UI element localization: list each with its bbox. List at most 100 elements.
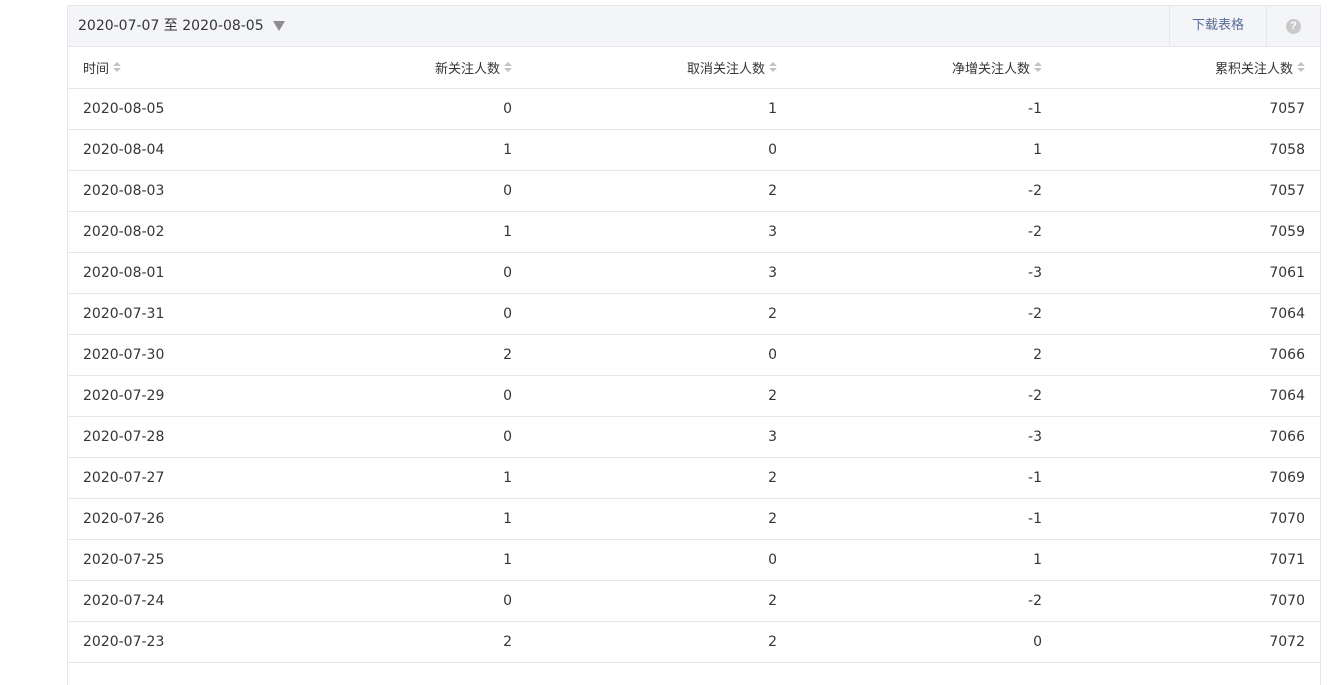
download-table-button[interactable]: 下载表格 <box>1169 6 1266 46</box>
cell-net-followers: -1 <box>777 498 1042 540</box>
cell-total-followers: 7058 <box>1042 129 1320 171</box>
cell-net-followers: 1 <box>777 129 1042 171</box>
table-row: 2020-08-05 0 1 -1 7057 <box>68 88 1320 130</box>
table-row: 2020-08-02 1 3 -2 7059 <box>68 211 1320 253</box>
cell-date: 2020-08-04 <box>68 129 328 171</box>
cell-date: 2020-07-28 <box>68 416 328 458</box>
cell-new-followers: 2 <box>328 621 512 663</box>
cell-new-followers: 0 <box>328 88 512 130</box>
cell-unfollows: 0 <box>512 334 777 376</box>
cell-new-followers: 1 <box>328 129 512 171</box>
cell-unfollows: 0 <box>512 129 777 171</box>
column-header-new-followers[interactable]: 新关注人数 <box>328 47 512 89</box>
table-row: 2020-08-03 0 2 -2 7057 <box>68 170 1320 212</box>
cell-total-followers: 7064 <box>1042 375 1320 417</box>
cell-net-followers: -3 <box>777 416 1042 458</box>
cell-date: 2020-07-23 <box>68 621 328 663</box>
table-row: 2020-07-24 0 2 -2 7070 <box>68 580 1320 622</box>
sort-icon[interactable] <box>504 62 512 73</box>
column-header-net-followers[interactable]: 净增关注人数 <box>777 47 1042 89</box>
table-row: 2020-08-01 0 3 -3 7061 <box>68 252 1320 294</box>
date-range-label: 2020-07-07 至 2020-08-05 <box>78 18 264 34</box>
cell-date: 2020-08-05 <box>68 88 328 130</box>
table-toolbar: 2020-07-07 至 2020-08-05 下载表格 ? <box>68 6 1320 47</box>
cell-unfollows: 3 <box>512 211 777 253</box>
stats-panel: 2020-07-07 至 2020-08-05 下载表格 ? 时间 新关注人数 … <box>67 5 1321 685</box>
cell-net-followers: 2 <box>777 334 1042 376</box>
table-header-row: 时间 新关注人数 取消关注人数 净增关注人数 累积关注人数 <box>68 47 1320 89</box>
cell-new-followers: 0 <box>328 416 512 458</box>
cell-unfollows: 2 <box>512 293 777 335</box>
table-row: 2020-07-29 0 2 -2 7064 <box>68 375 1320 417</box>
table-row: 2020-07-26 1 2 -1 7070 <box>68 498 1320 540</box>
cell-new-followers: 0 <box>328 170 512 212</box>
cell-date: 2020-07-30 <box>68 334 328 376</box>
help-button[interactable]: ? <box>1266 6 1320 46</box>
cell-total-followers: 7057 <box>1042 88 1320 130</box>
column-header-unfollows[interactable]: 取消关注人数 <box>512 47 777 89</box>
cell-net-followers: 0 <box>777 621 1042 663</box>
table-row: 2020-07-31 0 2 -2 7064 <box>68 293 1320 335</box>
cell-unfollows: 0 <box>512 539 777 581</box>
table-row: 2020-07-28 0 3 -3 7066 <box>68 416 1320 458</box>
column-header-label: 累积关注人数 <box>1214 61 1293 77</box>
cell-net-followers: -2 <box>777 580 1042 622</box>
cell-unfollows: 2 <box>512 498 777 540</box>
table-row: 2020-07-30 2 0 2 7066 <box>68 334 1320 376</box>
cell-net-followers: -2 <box>777 170 1042 212</box>
help-icon: ? <box>1286 18 1301 34</box>
cell-new-followers: 0 <box>328 375 512 417</box>
column-header-label: 新关注人数 <box>434 61 500 77</box>
cell-new-followers: 1 <box>328 457 512 499</box>
cell-net-followers: -2 <box>777 211 1042 253</box>
cell-unfollows: 2 <box>512 580 777 622</box>
cell-net-followers: 1 <box>777 539 1042 581</box>
cell-unfollows: 2 <box>512 170 777 212</box>
cell-total-followers: 7064 <box>1042 293 1320 335</box>
cell-net-followers: -1 <box>777 88 1042 130</box>
sort-icon[interactable] <box>1297 62 1305 73</box>
cell-date: 2020-07-25 <box>68 539 328 581</box>
cell-date: 2020-08-01 <box>68 252 328 294</box>
date-range-picker[interactable]: 2020-07-07 至 2020-08-05 <box>78 6 285 46</box>
column-header-label: 取消关注人数 <box>686 61 765 77</box>
cell-total-followers: 7057 <box>1042 170 1320 212</box>
cell-unfollows: 3 <box>512 252 777 294</box>
cell-new-followers: 1 <box>328 211 512 253</box>
cell-date: 2020-08-03 <box>68 170 328 212</box>
cell-date: 2020-08-02 <box>68 211 328 253</box>
table-row: 2020-07-23 2 2 0 7072 <box>68 621 1320 663</box>
cell-total-followers: 7071 <box>1042 539 1320 581</box>
cell-new-followers: 0 <box>328 252 512 294</box>
cell-total-followers: 7061 <box>1042 252 1320 294</box>
column-header-label: 时间 <box>83 61 110 77</box>
sort-icon[interactable] <box>113 62 122 73</box>
cell-net-followers: -1 <box>777 457 1042 499</box>
table-row: 2020-08-04 1 0 1 7058 <box>68 129 1320 171</box>
cell-new-followers: 1 <box>328 498 512 540</box>
cell-date: 2020-07-24 <box>68 580 328 622</box>
cell-date: 2020-07-27 <box>68 457 328 499</box>
cell-total-followers: 7069 <box>1042 457 1320 499</box>
cell-total-followers: 7070 <box>1042 580 1320 622</box>
cell-total-followers: 7070 <box>1042 498 1320 540</box>
cell-new-followers: 1 <box>328 539 512 581</box>
cell-unfollows: 2 <box>512 375 777 417</box>
table-body: 2020-08-05 0 1 -1 7057 2020-08-04 1 0 1 7058 2020-… <box>68 88 1320 663</box>
column-header-total-followers[interactable]: 累积关注人数 <box>1042 47 1320 89</box>
column-header-date[interactable]: 时间 <box>68 47 328 89</box>
sort-icon[interactable] <box>1034 62 1042 73</box>
cell-new-followers: 0 <box>328 293 512 335</box>
dropdown-arrow-icon <box>272 21 285 31</box>
cell-unfollows: 2 <box>512 621 777 663</box>
sort-icon[interactable] <box>769 62 777 73</box>
table-row: 2020-07-27 1 2 -1 7069 <box>68 457 1320 499</box>
cell-total-followers: 7066 <box>1042 334 1320 376</box>
cell-date: 2020-07-29 <box>68 375 328 417</box>
cell-date: 2020-07-31 <box>68 293 328 335</box>
cell-total-followers: 7059 <box>1042 211 1320 253</box>
cell-new-followers: 0 <box>328 580 512 622</box>
cell-unfollows: 1 <box>512 88 777 130</box>
table-row: 2020-07-25 1 0 1 7071 <box>68 539 1320 581</box>
cell-unfollows: 2 <box>512 457 777 499</box>
